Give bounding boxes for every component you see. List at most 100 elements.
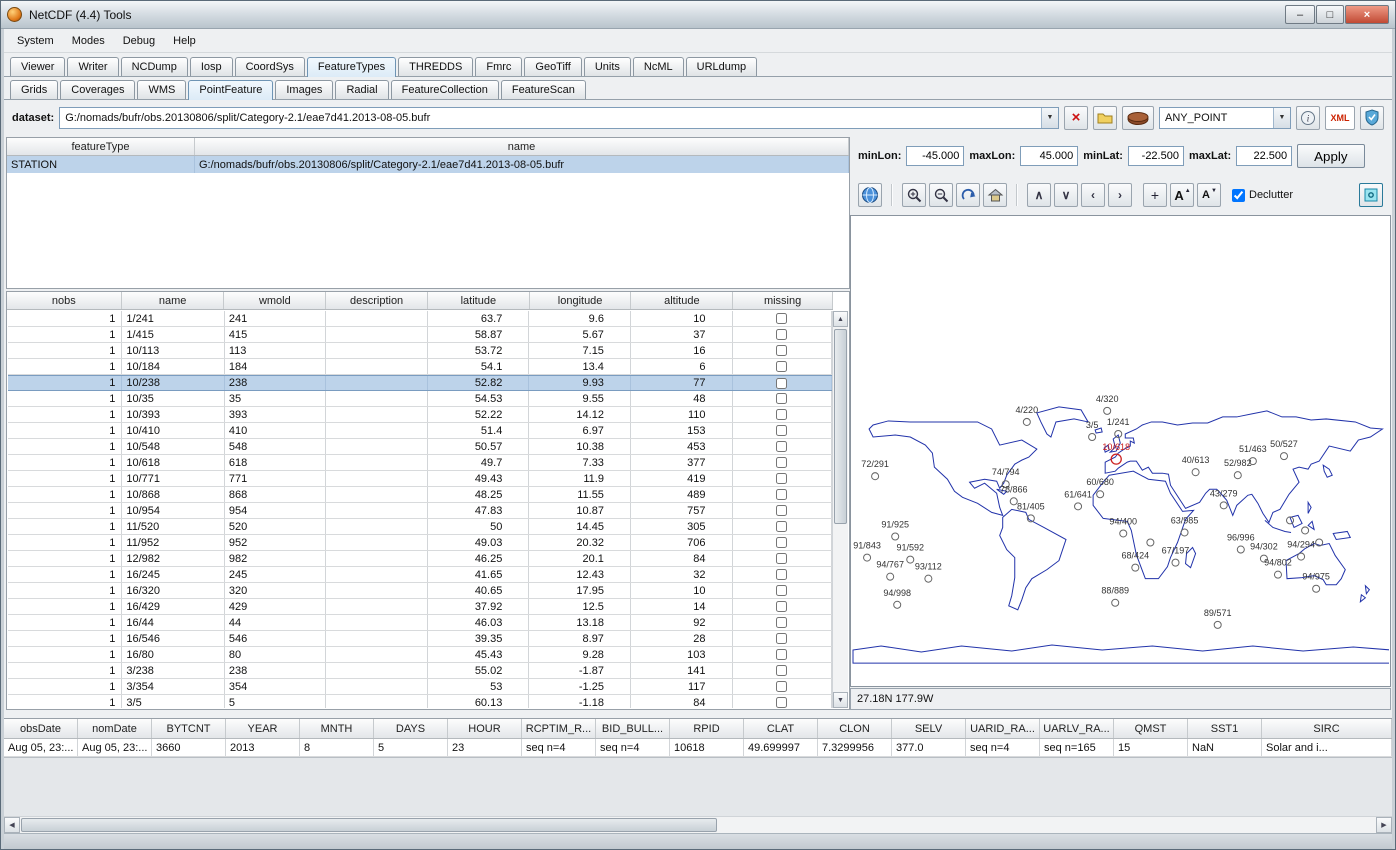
column-header-featuretype[interactable]: featureType: [7, 138, 195, 155]
scroll-left-button[interactable]: ◀: [4, 817, 20, 833]
home-button[interactable]: [983, 183, 1007, 207]
missing-checkbox[interactable]: [776, 473, 787, 484]
missing-checkbox[interactable]: [776, 441, 787, 452]
column-header-bid-bull[interactable]: BID_BULL...: [596, 719, 670, 738]
zoom-out-button[interactable]: [929, 183, 953, 207]
missing-checkbox[interactable]: [776, 521, 787, 532]
column-header-clat[interactable]: CLAT: [744, 719, 818, 738]
missing-checkbox[interactable]: [776, 553, 787, 564]
menu-modes[interactable]: Modes: [63, 31, 114, 51]
tab-iosp[interactable]: Iosp: [190, 57, 233, 76]
missing-checkbox[interactable]: [776, 393, 787, 404]
station-table-scrollbar[interactable]: ▲ ▼: [832, 311, 848, 708]
open-file-button[interactable]: [1093, 106, 1117, 130]
font-decrease-button[interactable]: A▼: [1197, 183, 1221, 207]
map-marker[interactable]: 4/220: [1016, 405, 1039, 426]
tab-pointfeature[interactable]: PointFeature: [188, 80, 273, 100]
map-marker[interactable]: 68/424: [1121, 551, 1149, 572]
map-marker[interactable]: 3/5: [1086, 420, 1099, 441]
zoom-previous-button[interactable]: [956, 183, 980, 207]
world-view-button[interactable]: [858, 183, 882, 207]
map-marker[interactable]: 94/802: [1264, 558, 1292, 579]
map-marker-selected[interactable]: 10/618: [1102, 442, 1130, 464]
map-marker[interactable]: 4/320: [1096, 394, 1119, 415]
missing-checkbox[interactable]: [776, 505, 787, 516]
missing-checkbox[interactable]: [776, 585, 787, 596]
tab-grids[interactable]: Grids: [10, 80, 58, 99]
column-header-uarlv-ra[interactable]: UARLV_RA...: [1040, 719, 1114, 738]
station-row[interactable]: 110/41041051.46.97153: [8, 423, 832, 439]
station-row[interactable]: 116/808045.439.28103: [8, 647, 832, 663]
missing-checkbox[interactable]: [776, 361, 787, 372]
station-row[interactable]: 110/23823852.829.9377: [8, 375, 832, 391]
map-marker[interactable]: [1302, 527, 1309, 534]
chevron-down-icon[interactable]: ▼: [1273, 108, 1290, 128]
column-header-sst1[interactable]: SST1: [1188, 719, 1262, 738]
column-header-year[interactable]: YEAR: [226, 719, 300, 738]
info-button[interactable]: i: [1296, 106, 1320, 130]
tab-coordsys[interactable]: CoordSys: [235, 57, 305, 76]
column-header-mnth[interactable]: MNTH: [300, 719, 374, 738]
chevron-down-icon[interactable]: ▼: [1041, 108, 1058, 128]
tab-urldump[interactable]: URLdump: [686, 57, 758, 76]
station-row[interactable]: 110/353554.539.5548: [8, 391, 832, 407]
missing-checkbox[interactable]: [776, 633, 787, 644]
map-marker[interactable]: 93/112: [915, 562, 942, 583]
tab-geotiff[interactable]: GeoTiff: [524, 57, 581, 76]
station-row[interactable]: 13/5560.13-1.1884: [8, 695, 832, 708]
map-marker[interactable]: 52/982: [1224, 458, 1252, 479]
column-header-uarid-ra[interactable]: UARID_RA...: [966, 719, 1040, 738]
min-lat-field[interactable]: [1128, 146, 1184, 166]
feature-type-combobox[interactable]: ANY_POINT ▼: [1159, 107, 1291, 129]
minimize-button[interactable]: –: [1285, 5, 1315, 24]
missing-checkbox[interactable]: [776, 329, 787, 340]
column-header-bytcnt[interactable]: BYTCNT: [152, 719, 226, 738]
tab-ncdump[interactable]: NCDump: [121, 57, 188, 76]
xml-button[interactable]: XML: [1325, 106, 1355, 130]
column-header-days[interactable]: DAYS: [374, 719, 448, 738]
column-header-selv[interactable]: SELV: [892, 719, 966, 738]
tab-units[interactable]: Units: [584, 57, 631, 76]
column-header-nobs[interactable]: nobs: [7, 292, 122, 309]
scrollbar-thumb[interactable]: [834, 329, 847, 524]
station-row[interactable]: 116/32032040.6517.9510: [8, 583, 832, 599]
map-marker[interactable]: 94/767: [876, 560, 904, 581]
tab-featurescan[interactable]: FeatureScan: [501, 80, 586, 99]
column-header-nomdate[interactable]: nomDate: [78, 719, 152, 738]
missing-checkbox[interactable]: [776, 345, 787, 356]
min-lon-field[interactable]: [906, 146, 964, 166]
maximize-button[interactable]: □: [1316, 5, 1344, 24]
station-row[interactable]: 110/39339352.2214.12110: [8, 407, 832, 423]
station-row[interactable]: 110/18418454.113.46: [8, 359, 832, 375]
missing-checkbox[interactable]: [776, 569, 787, 580]
missing-checkbox[interactable]: [776, 601, 787, 612]
station-row[interactable]: 110/95495447.8310.87757: [8, 503, 832, 519]
scroll-right-button[interactable]: ▶: [1376, 817, 1392, 833]
missing-checkbox[interactable]: [776, 665, 787, 676]
tab-thredds[interactable]: THREDDS: [398, 57, 473, 76]
scroll-down-button[interactable]: ▼: [833, 692, 848, 708]
max-lat-field[interactable]: [1236, 146, 1292, 166]
tab-featurecollection[interactable]: FeatureCollection: [391, 80, 499, 99]
station-row[interactable]: 110/61861849.77.33377: [8, 455, 832, 471]
station-row[interactable]: 11/24124163.79.610: [8, 311, 832, 327]
tab-images[interactable]: Images: [275, 80, 333, 99]
station-row[interactable]: 13/23823855.02-1.87141: [8, 663, 832, 679]
column-header-clon[interactable]: CLON: [818, 719, 892, 738]
pan-right-button[interactable]: ›: [1108, 183, 1132, 207]
map-marker[interactable]: 91/843: [853, 541, 881, 562]
station-row[interactable]: 110/54854850.5710.38453: [8, 439, 832, 455]
validate-button[interactable]: [1360, 106, 1384, 130]
station-row[interactable]: 110/86886848.2511.55489: [8, 487, 832, 503]
pan-up-button[interactable]: ∧: [1027, 183, 1051, 207]
station-row[interactable]: 110/77177149.4311.9419: [8, 471, 832, 487]
apply-button[interactable]: Apply: [1297, 144, 1364, 168]
missing-checkbox[interactable]: [776, 457, 787, 468]
scroll-up-button[interactable]: ▲: [833, 311, 848, 327]
max-lon-field[interactable]: [1020, 146, 1078, 166]
menu-debug[interactable]: Debug: [114, 31, 164, 51]
coordsys-button[interactable]: [1122, 106, 1154, 130]
missing-checkbox[interactable]: [776, 617, 787, 628]
map-marker[interactable]: [1147, 539, 1154, 546]
missing-checkbox[interactable]: [776, 649, 787, 660]
